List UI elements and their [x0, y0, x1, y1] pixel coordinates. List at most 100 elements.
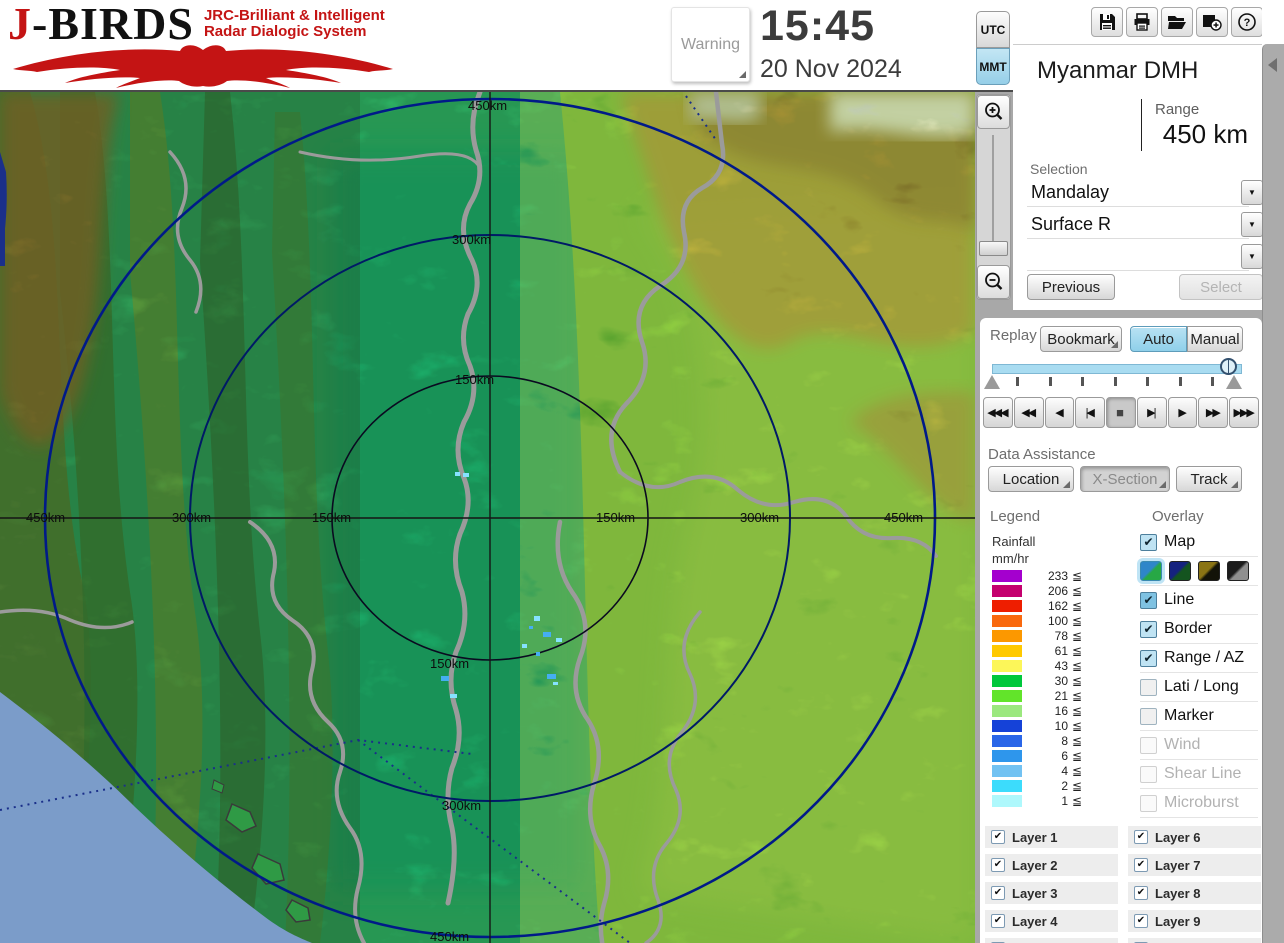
map-style-4[interactable]: [1227, 561, 1249, 581]
stop-button[interactable]: ■: [1106, 397, 1136, 428]
zoom-slider-track[interactable]: [992, 135, 994, 255]
checked-checkbox-icon[interactable]: ✔: [1134, 858, 1148, 872]
slider-end-marker[interactable]: [1226, 375, 1242, 389]
chevron-down-icon[interactable]: ▼: [1241, 180, 1263, 205]
unchecked-checkbox-icon[interactable]: [1140, 736, 1157, 754]
legend-row: 10 ≦: [992, 718, 1082, 733]
rewind-button[interactable]: ◀◀: [1013, 397, 1044, 428]
overlay-item-line[interactable]: ✔ Line: [1140, 586, 1258, 615]
selection-dropdown-extra[interactable]: ▼: [1027, 243, 1263, 271]
legend-row: 2 ≦: [992, 778, 1082, 793]
overlay-item-marker[interactable]: Marker: [1140, 702, 1258, 731]
layer-row-layer-6[interactable]: ✔ Layer 6: [1128, 826, 1261, 848]
panel-collapse-strip[interactable]: [1262, 44, 1284, 943]
layer-row-layer-7[interactable]: ✔ Layer 7: [1128, 854, 1261, 876]
checked-checkbox-icon[interactable]: ✔: [1140, 620, 1157, 638]
layer-label: Layer 7: [1155, 857, 1201, 873]
layer-row-layer-8[interactable]: ✔ Layer 8: [1128, 882, 1261, 904]
checked-checkbox-icon[interactable]: ✔: [1140, 649, 1157, 667]
select-button[interactable]: Select: [1179, 274, 1263, 300]
legend-value: 6: [1061, 748, 1068, 763]
map-style-3[interactable]: [1198, 561, 1220, 581]
checked-checkbox-icon[interactable]: ✔: [1140, 591, 1157, 609]
legend-swatch: [992, 704, 1022, 717]
layer-row-layer-3[interactable]: ✔ Layer 3: [985, 882, 1118, 904]
utc-button[interactable]: UTC: [976, 11, 1010, 48]
replay-slider-track[interactable]: [992, 364, 1242, 374]
replay-manual-button[interactable]: Manual: [1187, 326, 1243, 352]
play-button[interactable]: ▶: [1167, 397, 1198, 428]
x-section-button[interactable]: X-Section: [1080, 466, 1170, 492]
map-style-1-selected[interactable]: [1140, 561, 1162, 581]
checked-checkbox-icon[interactable]: ✔: [1140, 533, 1157, 551]
chevron-down-icon[interactable]: ▼: [1241, 212, 1263, 237]
legend-row: 162 ≦: [992, 598, 1082, 613]
track-button[interactable]: Track: [1176, 466, 1242, 492]
previous-button[interactable]: Previous: [1027, 274, 1115, 300]
layer-row-layer-4[interactable]: ✔ Layer 4: [985, 910, 1118, 932]
checked-checkbox-icon[interactable]: ✔: [991, 830, 1005, 844]
zoom-out-button[interactable]: [977, 265, 1010, 299]
fast-forward-button[interactable]: ▶▶▶: [1229, 397, 1260, 428]
radar-echo: [463, 473, 469, 477]
slider-start-marker[interactable]: [984, 375, 1000, 389]
lte-symbol: ≦: [1072, 613, 1083, 628]
overlay-item-map[interactable]: ✔ Map: [1140, 528, 1258, 557]
legend-value: 2: [1061, 778, 1068, 793]
play-backward-button[interactable]: ◀: [1044, 397, 1075, 428]
corner-fold-icon: [739, 71, 746, 78]
print-button[interactable]: [1126, 7, 1158, 37]
layer-label: Layer 3: [1012, 885, 1058, 901]
legend-swatch: [992, 734, 1022, 747]
checked-checkbox-icon[interactable]: ✔: [1134, 886, 1148, 900]
step-back-button[interactable]: |◀: [1075, 397, 1106, 428]
replay-auto-button[interactable]: Auto: [1130, 326, 1187, 352]
legend-swatch: [992, 584, 1022, 597]
legend-value: 16: [1054, 703, 1068, 718]
location-button[interactable]: Location: [988, 466, 1074, 492]
overlay-item-wind[interactable]: Wind: [1140, 731, 1258, 760]
radar-map[interactable]: 450km 300km 150km 150km 300km 450km 450k…: [0, 89, 975, 943]
overlay-item-lati-long[interactable]: Lati / Long: [1140, 673, 1258, 702]
checked-checkbox-icon[interactable]: ✔: [1134, 830, 1148, 844]
checked-checkbox-icon[interactable]: ✔: [991, 914, 1005, 928]
mmt-button[interactable]: MMT: [976, 48, 1010, 85]
layer-label: Layer 8: [1155, 885, 1201, 901]
lte-symbol: ≦: [1072, 718, 1083, 733]
overlay-item-border[interactable]: ✔ Border: [1140, 615, 1258, 644]
layer-label: Layer 4: [1012, 913, 1058, 929]
fast-rewind-button[interactable]: ◀◀◀: [983, 397, 1013, 428]
layer-row-layer-9[interactable]: ✔ Layer 9: [1128, 910, 1261, 932]
help-button[interactable]: ?: [1231, 7, 1263, 37]
unchecked-checkbox-icon[interactable]: [1140, 794, 1157, 812]
zoom-slider-handle[interactable]: [979, 241, 1008, 256]
overlay-item-shear-line[interactable]: Shear Line: [1140, 760, 1258, 789]
step-forward-button[interactable]: ▶|: [1136, 397, 1167, 428]
zoom-in-button[interactable]: [977, 95, 1010, 129]
checked-checkbox-icon[interactable]: ✔: [1134, 914, 1148, 928]
open-folder-button[interactable]: [1161, 7, 1193, 37]
map-style-2[interactable]: [1169, 561, 1191, 581]
add-image-button[interactable]: [1196, 7, 1228, 37]
chevron-down-icon[interactable]: ▼: [1241, 244, 1263, 269]
layer-row-layer-10[interactable]: ✔Layer 10: [1128, 938, 1261, 943]
overlay-item-microburst[interactable]: Microburst: [1140, 789, 1258, 818]
unchecked-checkbox-icon[interactable]: [1140, 765, 1157, 783]
unchecked-checkbox-icon[interactable]: [1140, 707, 1157, 725]
replay-slider-handle[interactable]: [1220, 358, 1237, 375]
warning-button[interactable]: Warning: [671, 7, 750, 82]
layer-row-layer-1[interactable]: ✔ Layer 1: [985, 826, 1118, 848]
unchecked-checkbox-icon[interactable]: [1140, 678, 1157, 696]
selection-dropdown-site[interactable]: Mandalay ▼: [1027, 179, 1263, 207]
overlay-item-range-az[interactable]: ✔ Range / AZ: [1140, 644, 1258, 673]
checked-checkbox-icon[interactable]: ✔: [991, 886, 1005, 900]
layer-row-layer-2[interactable]: ✔ Layer 2: [985, 854, 1118, 876]
save-button[interactable]: [1091, 7, 1123, 37]
forward-button[interactable]: ▶▶: [1198, 397, 1229, 428]
checked-checkbox-icon[interactable]: ✔: [991, 858, 1005, 872]
lte-symbol: ≦: [1072, 748, 1083, 763]
selection-dropdown-product[interactable]: Surface R ▼: [1027, 211, 1263, 239]
bookmark-button[interactable]: Bookmark: [1040, 326, 1122, 352]
overlay-item-label: Border: [1164, 620, 1213, 637]
layer-row-layer-5[interactable]: ✔Layer 5: [985, 938, 1118, 943]
